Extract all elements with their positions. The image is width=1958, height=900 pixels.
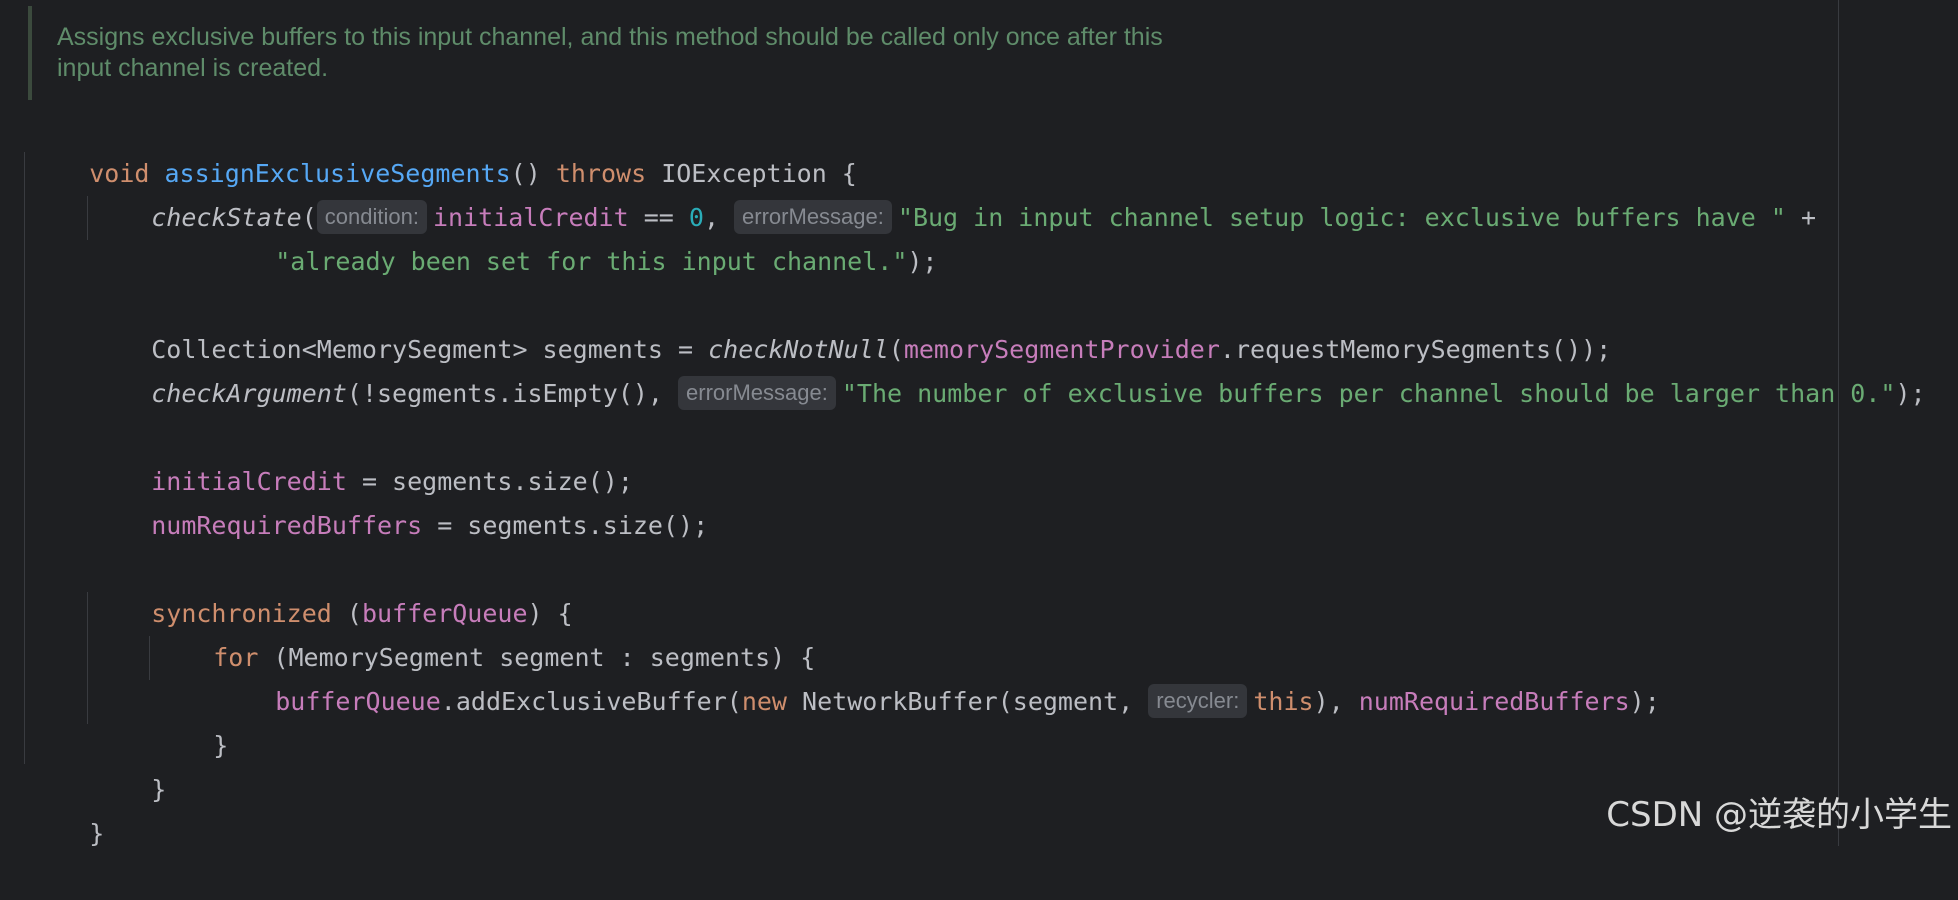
param-hint-error-message: errorMessage: [678, 376, 836, 410]
operator-plus: + [1785, 203, 1817, 232]
code-line-checkstate[interactable]: checkState(condition: initialCredit == 0,… [91, 152, 1816, 234]
keyword-new: new [741, 687, 803, 716]
code-line-initial-credit[interactable]: initialCredit = segments.size(); [91, 416, 633, 496]
indent-guide-for [149, 636, 150, 680]
field-buffer-queue: bufferQueue [275, 687, 441, 716]
doc-line-1: Assigns exclusive buffers to this input … [57, 23, 1163, 51]
code-line-for[interactable]: for (MemorySegment segment : segments) { [153, 592, 815, 672]
assign-size: = segments.size(); [422, 511, 709, 540]
code-line-segments-decl[interactable]: Collection<MemorySegment> segments = che… [91, 284, 1611, 364]
field-num-required-buffers: numRequiredBuffers [1358, 687, 1630, 716]
close-brace: } [213, 731, 229, 760]
keyword-this: this [1253, 687, 1314, 716]
code-line-checkstate-cont[interactable]: "already been set for this input channel… [215, 196, 937, 276]
doc-line-2: input channel is created. [57, 54, 329, 82]
close-brace: } [151, 775, 167, 804]
network-buffer-ctor: NetworkBuffer(segment, [802, 687, 1149, 716]
javadoc-comment: Assigns exclusive buffers to this input … [28, 6, 1332, 100]
right-margin-guide [1838, 0, 1839, 846]
string-already-set: "already been set for this input channel… [275, 247, 908, 276]
code-line-synchronized[interactable]: synchronized (bufferQueue) { [91, 548, 572, 628]
code-line-method-signature[interactable]: void assignExclusiveSegments() throws IO… [29, 108, 857, 188]
csdn-watermark: CSDN @逆袭的小学生 [1606, 795, 1952, 835]
string-number-message: "The number of exclusive buffers per cha… [841, 379, 1896, 408]
string-bug-message: "Bug in input channel setup logic: exclu… [897, 203, 1786, 232]
close-brace: } [89, 819, 105, 848]
call-check-argument: checkArgument [151, 379, 347, 408]
field-num-required-buffers: numRequiredBuffers [151, 511, 423, 540]
close-paren: ); [1629, 687, 1660, 716]
code-line-checkargument[interactable]: checkArgument(!segments.isEmpty(), error… [91, 328, 1926, 410]
code-line-close-sync[interactable]: } [91, 724, 166, 804]
indent-guide-method [24, 152, 25, 764]
indent-guide-sync [87, 592, 88, 724]
code-line-close-for[interactable]: } [153, 680, 228, 760]
close-paren: ); [907, 247, 938, 276]
is-empty-expr: (!segments.isEmpty(), [346, 379, 679, 408]
code-line-num-required[interactable]: numRequiredBuffers = segments.size(); [91, 460, 708, 540]
indent-guide-continuation [87, 196, 88, 240]
code-line-add-buffer[interactable]: bufferQueue.addExclusiveBuffer(new Netwo… [215, 636, 1660, 718]
code-line-close-method[interactable]: } [29, 768, 104, 848]
close-paren: ); [1895, 379, 1926, 408]
close-paren-comma: ), [1313, 687, 1359, 716]
param-hint-recycler: recycler: [1148, 684, 1248, 718]
add-exclusive-buffer-call: .addExclusiveBuffer( [440, 687, 742, 716]
